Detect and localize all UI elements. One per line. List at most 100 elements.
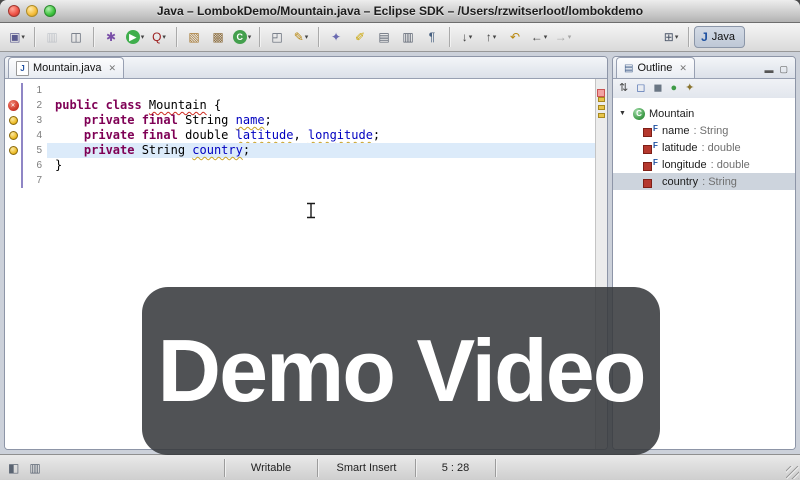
minimize-button[interactable] <box>26 5 38 17</box>
maximize-view-button[interactable]: ▢ <box>779 64 788 75</box>
line-number: 4 <box>21 128 47 143</box>
new-package-button[interactable]: ▩ <box>207 25 229 49</box>
marker-gutter[interactable] <box>5 113 21 128</box>
show-source-button[interactable]: ▤ <box>373 25 395 49</box>
hide-static-button[interactable]: ◼ <box>653 83 662 94</box>
code-text[interactable]: public class Mountain { <box>47 98 595 113</box>
code-line[interactable]: 3 private final String name; <box>5 113 595 128</box>
new-class-button[interactable]: C▾ <box>231 25 253 49</box>
zoom-button[interactable] <box>44 5 56 17</box>
minimize-view-button[interactable]: ▬ <box>764 65 773 75</box>
marker-gutter[interactable]: ✕ <box>5 98 21 113</box>
writable-status: Writable <box>251 462 291 474</box>
titlebar[interactable]: Java – LombokDemo/Mountain.java – Eclips… <box>0 0 800 23</box>
code-text[interactable]: private final String name; <box>47 113 595 128</box>
print-button[interactable]: ◫ <box>65 25 87 49</box>
dropdown-arrow-icon: ▾ <box>162 33 166 41</box>
tab-close-icon[interactable]: ✕ <box>109 63 117 74</box>
marker-gutter[interactable] <box>5 173 21 188</box>
overview-warning-marker[interactable] <box>598 113 605 118</box>
code-token: country <box>192 143 243 157</box>
show-segments-button[interactable]: ▥ <box>397 25 419 49</box>
statusbar-separator <box>495 459 496 477</box>
dropdown-arrow-icon: ▾ <box>305 33 309 41</box>
code-token: name <box>236 113 265 127</box>
dropdown-arrow-icon: ▾ <box>21 33 25 41</box>
save-button[interactable]: ▥ <box>41 25 63 49</box>
view-window-buttons: ▬ ▢ <box>764 64 795 78</box>
overview-warning-marker[interactable] <box>598 97 605 102</box>
forward-button[interactable]: →▾ <box>552 25 574 49</box>
coverage-icon: Q <box>152 31 161 43</box>
code-token: String <box>185 113 236 127</box>
next-annotation-button[interactable]: ↓▾ <box>456 25 478 49</box>
code-text[interactable] <box>47 83 595 98</box>
resize-grip[interactable] <box>786 466 799 479</box>
code-line[interactable]: 6} <box>5 158 595 173</box>
marker-gutter[interactable] <box>5 83 21 98</box>
perspective-java-button[interactable]: J Java <box>694 26 745 48</box>
warning-marker-icon[interactable] <box>9 131 18 140</box>
prev-annotation-icon: ↑ <box>486 31 492 43</box>
error-marker-icon[interactable]: ✕ <box>8 100 19 111</box>
code-line[interactable]: ✕2public class Mountain { <box>5 98 595 113</box>
hide-non-public-button[interactable]: ● <box>671 83 678 94</box>
statusbar-icons: ◧ ▥ <box>0 461 224 475</box>
code-text[interactable]: } <box>47 158 595 173</box>
last-edit-location-button[interactable]: ↶ <box>504 25 526 49</box>
editor-tab-mountain-java[interactable]: J Mountain.java ✕ <box>8 57 124 78</box>
overview-warning-marker[interactable] <box>598 105 605 110</box>
code-line[interactable]: 5 private String country; <box>5 143 595 158</box>
field-type: : String <box>702 176 737 188</box>
outline-tab[interactable]: ▤ Outline ✕ <box>616 57 695 78</box>
warning-marker-icon[interactable] <box>9 146 18 155</box>
coverage-button[interactable]: Q▾ <box>148 25 170 49</box>
view-menu-button[interactable]: ▥ <box>29 461 40 475</box>
ibeam-cursor <box>306 202 316 219</box>
outline-close-icon[interactable]: ✕ <box>679 63 687 74</box>
run-button[interactable]: ▶▾ <box>124 25 146 49</box>
cursor-position-cell: 5 : 28 <box>416 455 495 480</box>
marker-gutter[interactable] <box>5 158 21 173</box>
outline-item-longitude[interactable]: Flongitude : double <box>613 156 795 173</box>
outline-item-name[interactable]: Fname : String <box>613 122 795 139</box>
code-token: , <box>293 128 307 142</box>
fast-view-button[interactable]: ◧ <box>8 461 19 475</box>
sort-button[interactable]: ⇅ <box>619 83 628 94</box>
code-line[interactable]: 7 <box>5 173 595 188</box>
warning-marker-icon[interactable] <box>9 116 18 125</box>
outline-root-label: Mountain <box>649 108 694 120</box>
prev-annotation-button[interactable]: ↑▾ <box>480 25 502 49</box>
marker-gutter[interactable] <box>5 128 21 143</box>
new-java-project-button[interactable]: ▧ <box>183 25 205 49</box>
expander-icon[interactable]: ▼ <box>619 110 629 117</box>
new-wizard-button[interactable]: ▣▾ <box>6 25 28 49</box>
private-field-icon: F <box>643 125 658 137</box>
code-text[interactable]: private String country; <box>47 143 595 158</box>
outline-item-country[interactable]: country : String <box>613 173 795 190</box>
code-text[interactable] <box>47 173 595 188</box>
outline-root-item[interactable]: ▼CMountain <box>613 105 795 122</box>
link-with-editor-button[interactable]: ✦ <box>685 83 694 94</box>
toolbar-separator <box>449 27 450 47</box>
back-button[interactable]: ←▾ <box>528 25 550 49</box>
debug-button[interactable]: ✱ <box>100 25 122 49</box>
outline-item-latitude[interactable]: Flatitude : double <box>613 139 795 156</box>
mark-occurrences-button[interactable]: ✐ <box>349 25 371 49</box>
jar-export-button[interactable]: ◰ <box>266 25 288 49</box>
code-line[interactable]: 1 <box>5 83 595 98</box>
dropdown-arrow-icon: ▾ <box>469 33 473 41</box>
overview-error-marker[interactable] <box>597 89 605 97</box>
code-line[interactable]: 4 private final double latitude, longitu… <box>5 128 595 143</box>
hide-fields-button[interactable]: ◻ <box>636 83 645 94</box>
code-text[interactable]: private final double latitude, longitude… <box>47 128 595 143</box>
search-button[interactable]: ✦ <box>325 25 347 49</box>
close-button[interactable] <box>8 5 20 17</box>
code-token: longitude <box>308 128 373 142</box>
marker-gutter[interactable] <box>5 143 21 158</box>
code-token: private final <box>84 128 185 142</box>
open-perspective-button[interactable]: ⊞ ▾ <box>660 25 682 49</box>
show-whitespace-button[interactable]: ¶ <box>421 25 443 49</box>
line-number: 3 <box>21 113 47 128</box>
javadoc-button[interactable]: ✎▾ <box>290 25 312 49</box>
